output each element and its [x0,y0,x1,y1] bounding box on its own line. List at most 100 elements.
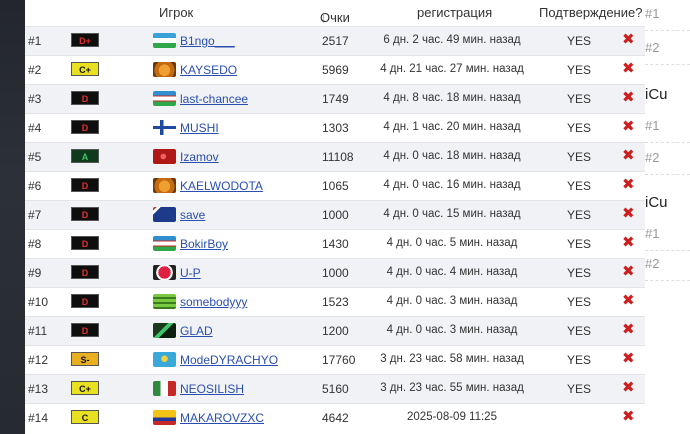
side-panel-divider [645,142,690,143]
rank-badge: D [71,236,99,250]
header-registration[interactable]: регистрация [417,5,492,20]
player-flag-icon [153,323,176,338]
side-panel-rank: #1 [645,6,660,21]
rank-badge: A [71,149,99,163]
confirmation-status: YES [567,324,592,338]
player-name-link[interactable]: save [180,208,205,222]
player-name-link[interactable]: U-P [180,266,201,280]
side-panel-divider [645,64,690,65]
remove-player-button[interactable]: ✖ [622,264,635,280]
confirmation-status: YES [567,34,592,48]
player-points: 4642 [322,411,349,425]
player-flag-icon [153,207,176,222]
side-panel: #1 #2 iCu #1 #2 iCu #1 #2 [645,0,690,434]
header-confirmation[interactable]: Подтверждение? [539,5,642,20]
table-row: #7 Dsave 1000 4 дн. 0 час. 15 мин. назад YES… [25,200,645,229]
remove-player-button[interactable]: ✖ [622,235,635,251]
table-row: #12 S- ModeDYRACHYO 17760 3 дн. 23 час. 58 м… [25,345,645,374]
player-name-link[interactable]: NEOSILISH [180,382,244,396]
table-row: #2 C+ KAYSEDO 5969 4 дн. 21 час. 27 мин. наз… [25,55,645,84]
remove-player-button[interactable]: ✖ [622,177,635,193]
rank-badge: C+ [71,62,99,76]
remove-player-button[interactable]: ✖ [622,409,635,425]
table-row: #9 D U-P 1000 4 дн. 0 час. 4 мин. назад YES ✖ [25,258,645,287]
row-rank: #7 [28,208,42,222]
confirmation-status: YES [567,295,592,309]
row-rank: #8 [28,237,42,251]
player-points: 1000 [322,208,349,222]
remove-player-button[interactable]: ✖ [622,61,635,77]
rank-badge: D [71,120,99,134]
table-row: #14 C MAKAROVZXC 4642 2025-08-09 11:25 ✖ [25,403,645,432]
remove-player-button[interactable]: ✖ [622,293,635,309]
side-panel-divider [645,280,690,281]
table-header: Игрок ↓ Очки регистрация Подтверждение? [25,0,645,26]
player-name-link[interactable]: KAELWODOTA [180,179,263,193]
player-flag-icon [153,91,176,106]
rank-badge: D+ [71,33,99,47]
confirmation-status: YES [567,237,592,251]
row-rank: #3 [28,92,42,106]
confirmation-status: YES [567,382,592,396]
registration-time: 4 дн. 0 час. 3 мин. назад [386,295,518,307]
registration-time: 6 дн. 2 час. 49 мин. назад [383,34,521,46]
player-points: 2517 [322,34,349,48]
confirmation-status: YES [567,92,592,106]
remove-player-button[interactable]: ✖ [622,206,635,222]
remove-player-button[interactable]: ✖ [622,148,635,164]
registration-time: 4 дн. 8 час. 18 мин. назад [383,92,521,104]
player-name-link[interactable]: MUSHI [180,121,219,135]
rank-badge: D [71,323,99,337]
player-name-link[interactable]: BokirBoy [180,237,228,251]
player-points: 1065 [322,179,349,193]
remove-player-button[interactable]: ✖ [622,119,635,135]
rank-badge: D [71,91,99,105]
table-row: #8 D BokirBoy 1430 4 дн. 0 час. 5 мин. назад… [25,229,645,258]
side-panel-divider [645,30,690,31]
player-name-link[interactable]: last-chancee [180,92,248,106]
player-name-link[interactable]: Izamov [180,150,219,164]
player-name-link[interactable]: KAYSEDO [180,63,237,77]
table-body: #1 D+ B1ngo___ 2517 6 дн. 2 час. 49 мин. наз… [25,26,645,432]
row-rank: #6 [28,179,42,193]
row-rank: #13 [28,382,49,396]
header-player[interactable]: Игрок [159,5,193,20]
rank-badge: C [71,410,99,424]
player-points: 5969 [322,63,349,77]
registration-time: 4 дн. 0 час. 18 мин. назад [383,150,521,162]
player-points: 1000 [322,266,349,280]
player-points: 1523 [322,295,349,309]
side-panel-divider [645,250,690,251]
player-name-link[interactable]: MAKAROVZXC [180,411,264,425]
table-row: #3 Dlast-chancee 1749 4 дн. 8 час. 18 мин. … [25,84,645,113]
remove-player-button[interactable]: ✖ [622,380,635,396]
player-flag-icon [153,62,176,77]
remove-player-button[interactable]: ✖ [622,90,635,106]
confirmation-status: YES [567,353,592,367]
row-rank: #2 [28,63,42,77]
row-rank: #5 [28,150,42,164]
row-rank: #9 [28,266,42,280]
remove-player-button[interactable]: ✖ [622,351,635,367]
table-row: #13 C+ NEOSILISH 5160 3 дн. 23 час. 55 мин. … [25,374,645,403]
player-points: 1200 [322,324,349,338]
player-points: 1303 [322,121,349,135]
player-name-link[interactable]: ModeDYRACHYO [180,353,278,367]
player-flag-icon [153,120,176,135]
remove-player-button[interactable]: ✖ [622,322,635,338]
side-panel-rank: #2 [645,256,660,271]
rank-badge: S- [71,352,99,366]
confirmation-status: YES [567,179,592,193]
confirmation-status: YES [567,208,592,222]
confirmation-status: YES [567,121,592,135]
player-name-link[interactable]: somebodyyy [180,295,247,309]
registration-time: 4 дн. 0 час. 4 мин. назад [386,266,518,278]
player-flag-icon [153,410,176,425]
remove-player-button[interactable]: ✖ [622,32,635,48]
player-name-link[interactable]: GLAD [180,324,213,338]
player-name-link[interactable]: B1ngo___ [180,34,235,48]
row-rank: #12 [28,353,49,367]
confirmation-status: YES [567,150,592,164]
table-row: #5 A Izamov 11108 4 дн. 0 час. 18 мин. назад… [25,142,645,171]
player-flag-icon [153,236,176,251]
